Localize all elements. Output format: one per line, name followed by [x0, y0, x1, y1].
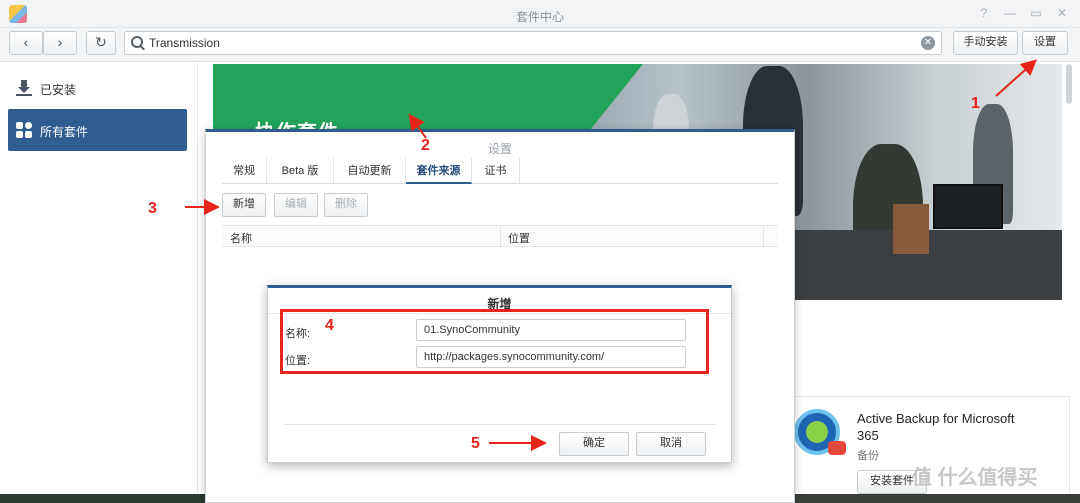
tab-certificate[interactable]: 证书 — [472, 158, 520, 184]
tab-general[interactable]: 常规 — [222, 158, 267, 184]
download-icon — [16, 80, 32, 96]
chevron-right-icon: › — [57, 34, 63, 50]
annotation-highlight-box — [280, 309, 709, 374]
sidebar: 已安装 所有套件 — [0, 63, 198, 503]
sidebar-item-label: 所有套件 — [40, 125, 89, 139]
scrollbar[interactable] — [1066, 64, 1072, 104]
annotation-number-3: 3 — [148, 200, 157, 217]
ok-button[interactable]: 确定 — [559, 432, 629, 456]
close-icon[interactable]: ✕ — [1054, 6, 1070, 20]
back-button[interactable]: ‹ — [9, 31, 43, 55]
active-backup-icon — [794, 409, 846, 455]
tab-bar: 常规 Beta 版 自动更新 套件来源 证书 — [222, 158, 778, 184]
help-icon[interactable]: ? — [976, 6, 992, 20]
tab-beta[interactable]: Beta 版 — [267, 158, 334, 184]
search-input[interactable] — [149, 34, 909, 52]
sidebar-item-label: 已安装 — [40, 83, 77, 97]
tab-auto-update[interactable]: 自动更新 — [334, 158, 406, 184]
sidebar-item-all-packages[interactable]: 所有套件 — [8, 109, 187, 151]
refresh-button[interactable]: ↻ — [86, 31, 116, 55]
annotation-number-5: 5 — [471, 435, 480, 452]
clear-search-icon[interactable]: ✕ — [921, 36, 935, 50]
tab-package-sources[interactable]: 套件来源 — [406, 158, 472, 184]
add-button[interactable]: 新增 — [222, 193, 266, 217]
refresh-icon: ↻ — [95, 34, 107, 50]
cancel-button[interactable]: 取消 — [636, 432, 706, 456]
maximize-icon[interactable]: ▭ — [1028, 6, 1044, 20]
toolbar: ‹ › ↻ ✕ 手动安装 设置 — [0, 28, 1080, 62]
manual-install-button[interactable]: 手动安装 — [953, 31, 1018, 55]
forward-button[interactable]: › — [43, 31, 77, 55]
settings-button[interactable]: 设置 — [1022, 31, 1068, 55]
watermark: 值 什么值得买 — [912, 467, 1038, 489]
delete-button[interactable]: 删除 — [324, 193, 368, 217]
minimize-icon[interactable]: — — [1002, 6, 1018, 20]
package-name: Active Backup for Microsoft 365 — [857, 411, 1015, 443]
sidebar-item-installed[interactable]: 已安装 — [8, 67, 187, 109]
annotation-number-4: 4 — [325, 317, 334, 334]
annotation-number-1: 1 — [971, 95, 980, 112]
search-box: ✕ — [124, 31, 942, 55]
grid-icon — [16, 122, 32, 138]
dialog-title: 设置 — [487, 142, 512, 156]
edit-button[interactable]: 编辑 — [274, 193, 318, 217]
annotation-number-2: 2 — [421, 137, 430, 154]
search-icon — [131, 36, 143, 48]
column-header-location[interactable]: 位置 — [508, 230, 530, 246]
package-category: 备份 — [857, 450, 879, 462]
desktop-strip — [795, 494, 1080, 503]
window-title: 套件中心 — [515, 10, 564, 24]
desktop-strip — [0, 494, 205, 503]
column-header-name[interactable]: 名称 — [230, 230, 252, 246]
title-bar: 套件中心 ? — ▭ ✕ — [0, 0, 1080, 28]
table-header: 名称 位置 — [222, 225, 778, 248]
chevron-left-icon: ‹ — [23, 34, 29, 50]
